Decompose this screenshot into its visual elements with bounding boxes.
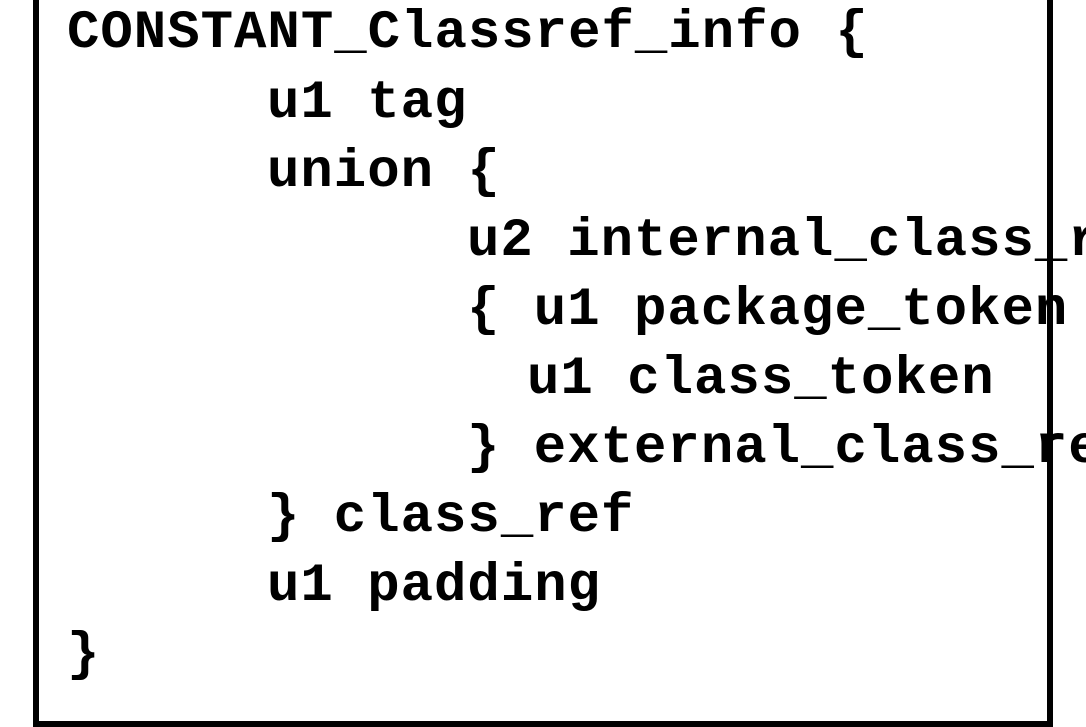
code-line-8: } class_ref [67, 483, 1019, 552]
code-line-2: u1 tag [67, 69, 1019, 138]
code-line-7: } external_class_ref [67, 414, 1019, 483]
code-box: CONSTANT_Classref_info { u1 tag union { … [33, 0, 1053, 727]
code-line-10: } [67, 621, 1019, 690]
code-line-9: u1 padding [67, 552, 1019, 621]
code-line-5: { u1 package_token [67, 276, 1019, 345]
code-line-4: u2 internal_class_ref [67, 207, 1019, 276]
code-line-6: u1 class_token [67, 345, 1019, 414]
code-line-3: union { [67, 138, 1019, 207]
code-line-1: CONSTANT_Classref_info { [67, 0, 1019, 69]
